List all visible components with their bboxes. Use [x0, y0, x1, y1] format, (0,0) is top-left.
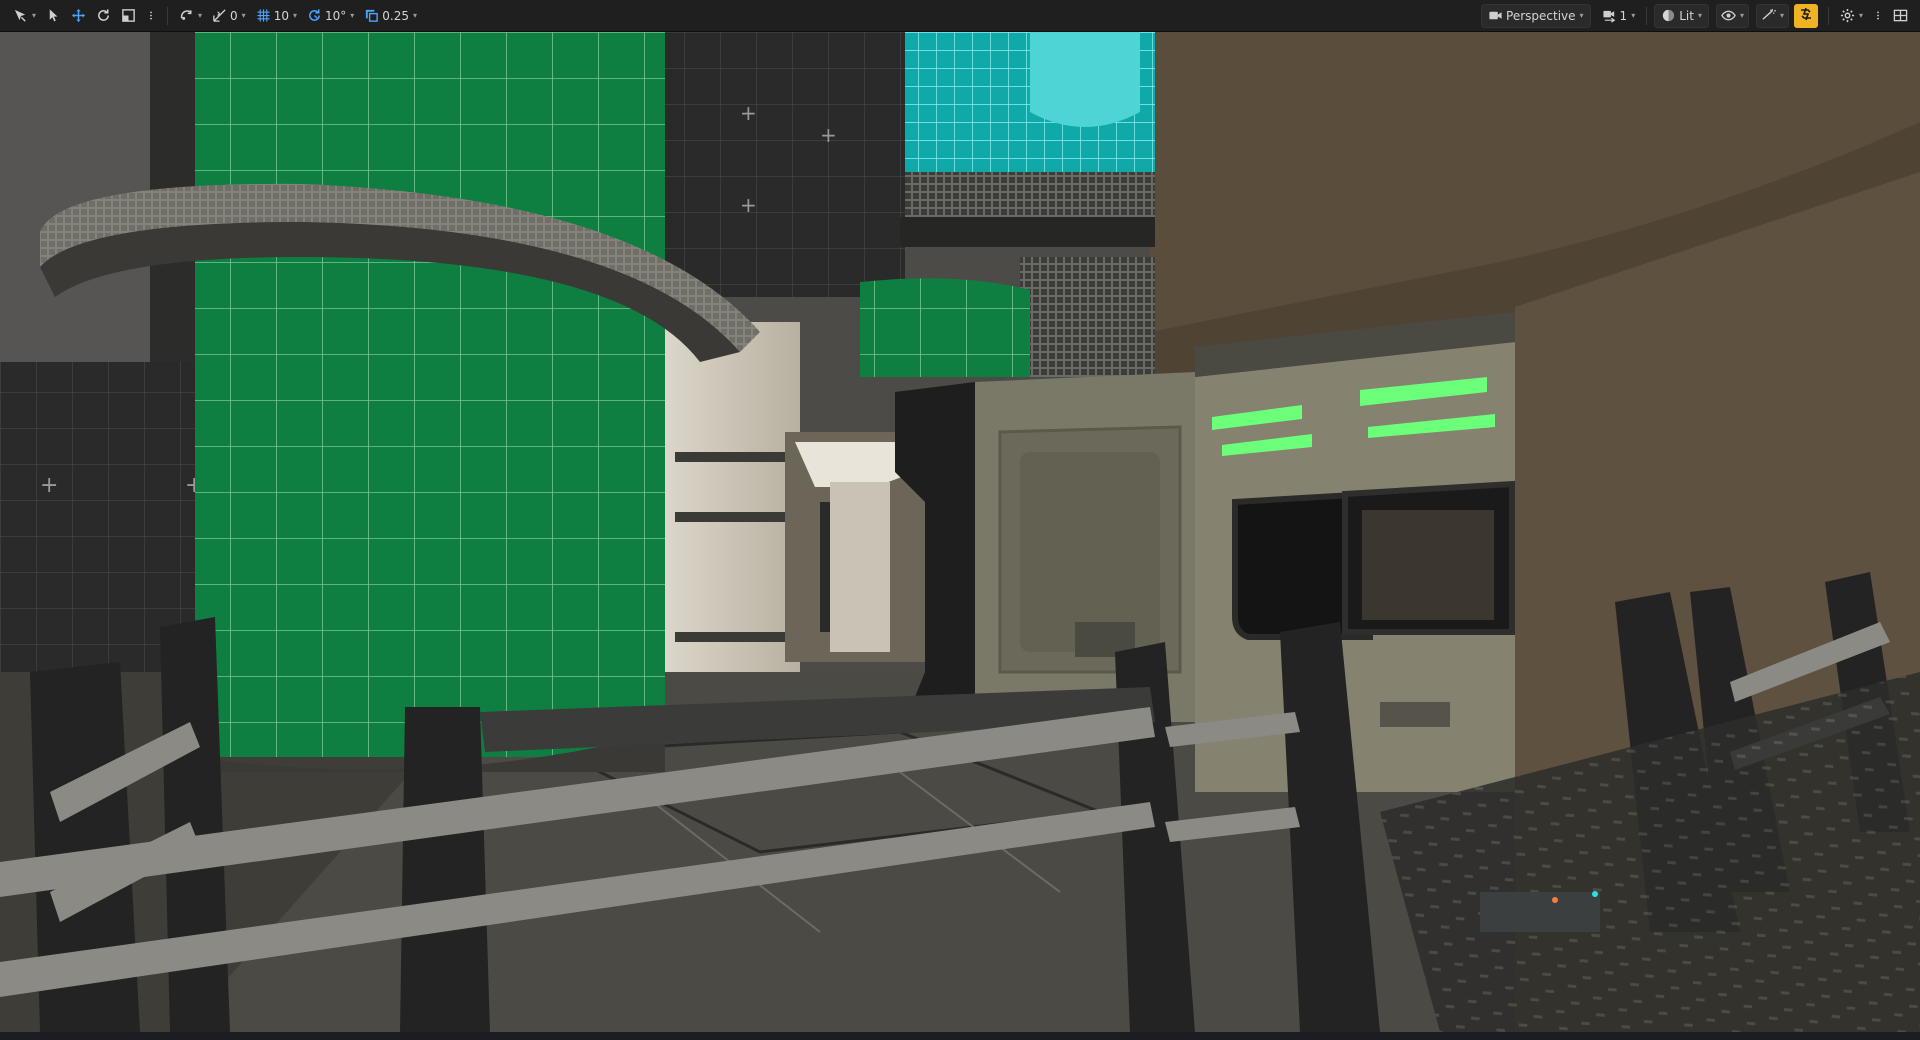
view-mode-dropdown[interactable]: Lit ▾ — [1654, 3, 1709, 28]
scale-icon — [121, 8, 136, 23]
realtime-icon — [1761, 8, 1776, 23]
rotate-tool-button[interactable] — [92, 4, 115, 28]
toolbar-divider — [167, 6, 169, 25]
scale-snap-value: 0.25 — [382, 8, 409, 23]
chevron-down-icon: ▾ — [413, 11, 418, 20]
viewport-settings-dropdown[interactable]: ▾ — [1836, 4, 1867, 28]
chevron-down-icon: ▾ — [198, 11, 203, 20]
camera-speed-dropdown[interactable]: 1 ▾ — [1598, 4, 1640, 28]
world-icon — [179, 8, 194, 23]
surface-snap-icon — [212, 8, 227, 23]
rotate-icon — [96, 8, 111, 23]
scale-snap-dropdown[interactable]: 0.25 ▾ — [360, 4, 421, 28]
scale-tool-button[interactable] — [117, 4, 140, 28]
settings-gear-icon — [1840, 8, 1855, 23]
camera-speed-icon — [1602, 8, 1617, 23]
more-vertical-icon — [146, 8, 156, 23]
viewport-layout-icon — [1893, 8, 1908, 23]
camera-speed-value: 1 — [1619, 8, 1628, 23]
coordinate-system-dropdown[interactable]: ▾ — [175, 4, 206, 28]
lit-sphere-icon — [1661, 8, 1676, 23]
snapping-group: ▾ 0 ▾ 10 ▾ 10° ▾ 0.25 ▾ — [174, 0, 422, 31]
chevron-down-icon: ▾ — [32, 11, 37, 20]
show-flags-dropdown[interactable]: ▾ — [1715, 3, 1749, 28]
viewport-layout-button[interactable] — [1889, 4, 1912, 28]
svg-text:+: + — [740, 193, 757, 217]
surface-snap-dropdown[interactable]: 0 ▾ — [208, 4, 250, 28]
perspective-label: Perspective — [1506, 8, 1576, 23]
rotation-snap-icon — [307, 8, 322, 23]
chevron-down-icon: ▾ — [1779, 11, 1784, 20]
chevron-down-icon: ▾ — [1579, 11, 1584, 20]
camera-icon — [1488, 8, 1503, 23]
perspective-dropdown[interactable]: Perspective ▾ — [1481, 3, 1591, 28]
chevron-down-icon: ▾ — [1631, 11, 1636, 20]
eye-icon — [1721, 8, 1736, 23]
select-mode-dropdown[interactable]: ▾ — [9, 4, 40, 28]
select-mode-icon — [13, 8, 28, 23]
pointer-icon — [46, 8, 61, 23]
grid-snap-dropdown[interactable]: 10 ▾ — [252, 4, 301, 28]
chevron-down-icon: ▾ — [1858, 11, 1863, 20]
more-vertical-icon — [1873, 8, 1883, 23]
game-view-toggle[interactable] — [1793, 3, 1818, 28]
chevron-down-icon: ▾ — [1739, 11, 1744, 20]
viewport-more-button[interactable] — [1869, 4, 1887, 28]
surface-snap-value: 0 — [230, 8, 238, 23]
level-viewport[interactable]: + + + + + — [0, 32, 1920, 1032]
chevron-down-icon: ▾ — [241, 11, 246, 20]
grid-snap-value: 10 — [273, 8, 289, 23]
bottom-status-strip — [0, 1032, 1920, 1040]
viewport-scene-render[interactable]: + + + + + — [0, 32, 1920, 1032]
svg-text:+: + — [40, 473, 58, 498]
move-icon — [71, 8, 86, 23]
viewport-toolbar: ▾ ▾ 0 ▾ 10 ▾ 10° ▾ 0.25 ▾ Perspective ▾ … — [0, 0, 1920, 32]
grid-snap-icon — [256, 8, 271, 23]
toolbar-divider — [1827, 6, 1829, 25]
chevron-down-icon: ▾ — [350, 11, 355, 20]
scale-snap-icon — [364, 8, 379, 23]
game-view-icon — [1798, 6, 1814, 25]
chevron-down-icon: ▾ — [292, 11, 297, 20]
toolbar-divider — [1646, 6, 1648, 25]
chevron-down-icon: ▾ — [1697, 11, 1702, 20]
svg-text:+: + — [820, 123, 837, 147]
select-tool-button[interactable] — [42, 4, 65, 28]
view-mode-label: Lit — [1679, 8, 1694, 23]
transform-more-button[interactable] — [142, 4, 160, 28]
svg-text:+: + — [740, 101, 757, 125]
rotation-snap-value: 10° — [324, 8, 347, 23]
realtime-dropdown[interactable]: ▾ — [1755, 3, 1789, 28]
view-options-group: Perspective ▾ 1 ▾ Lit ▾ ▾ ▾ ▾ — [1480, 0, 1920, 31]
translate-tool-button[interactable] — [67, 4, 90, 28]
transform-tools-group: ▾ — [8, 0, 161, 31]
rotation-snap-dropdown[interactable]: 10° ▾ — [303, 4, 358, 28]
